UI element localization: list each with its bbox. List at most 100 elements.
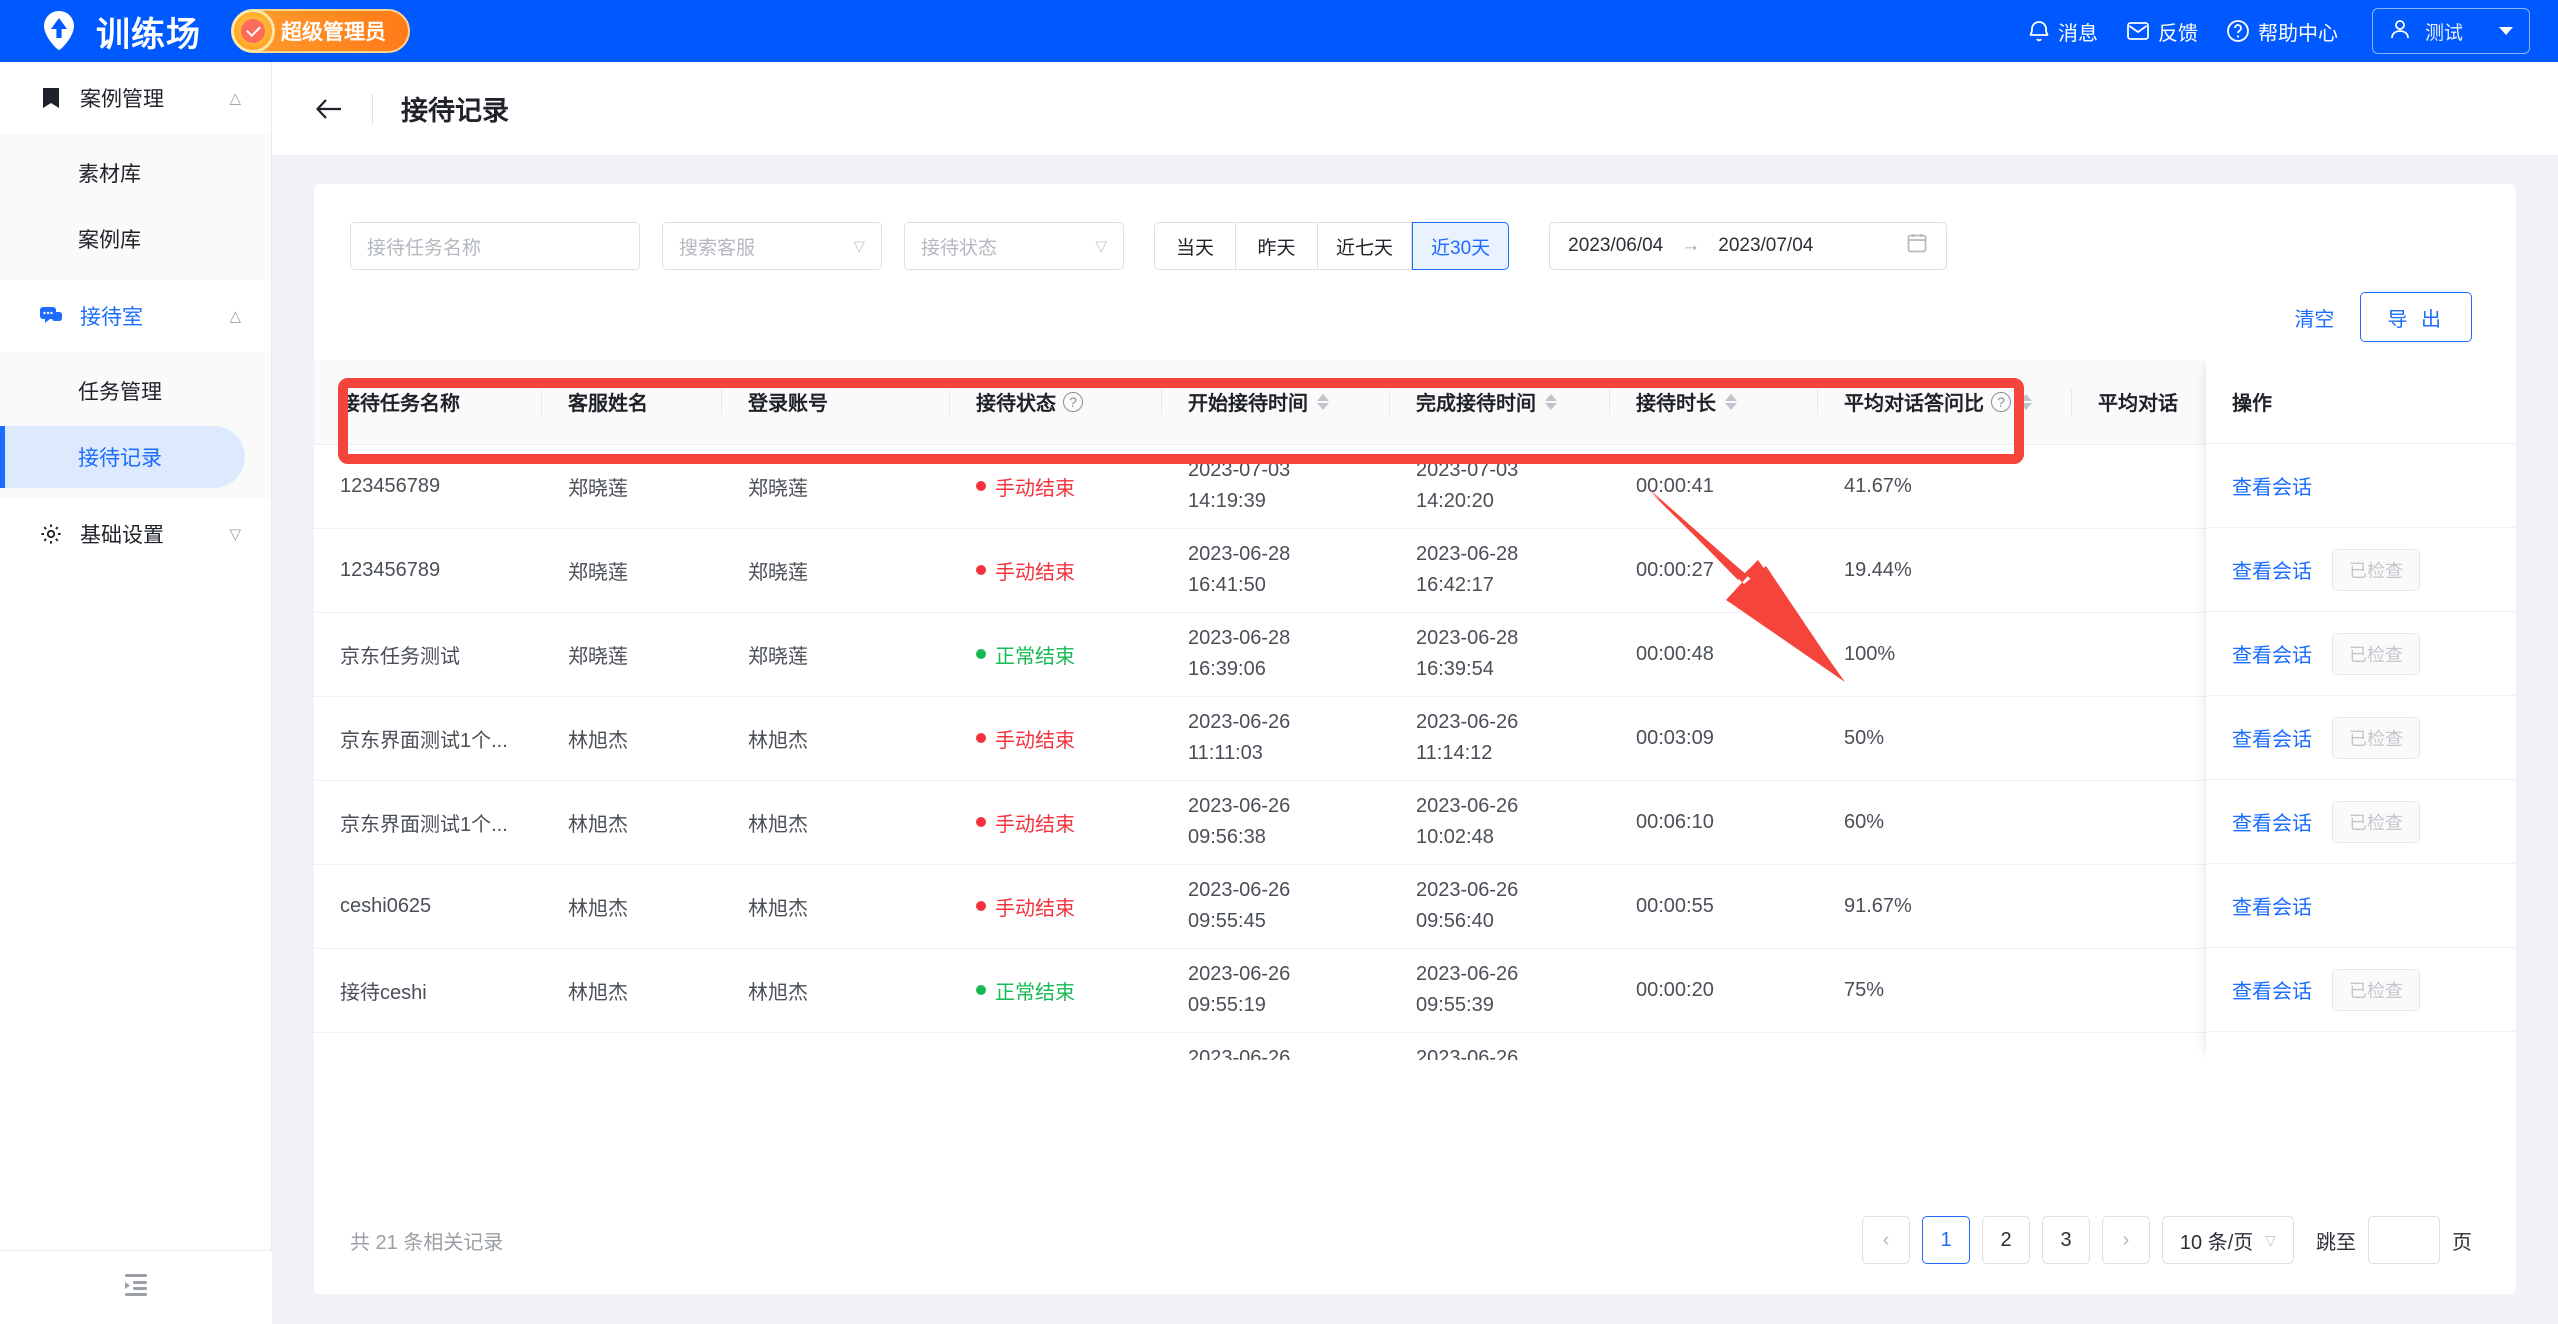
sidebar-item-task-management[interactable]: 任务管理 xyxy=(0,360,245,422)
page-button-2[interactable]: 2 xyxy=(1982,1216,2030,1264)
sidebar-group-basic-settings[interactable]: 基础设置 ▽ xyxy=(0,498,271,570)
th-label: 登录账号 xyxy=(748,393,828,416)
th-login-account: 登录账号 xyxy=(722,360,950,445)
table-row[interactable]: 123456789 郑晓莲 郑晓莲 手动结束 xyxy=(314,444,2516,529)
sidebar-group-case-management[interactable]: 案例管理 △ xyxy=(0,62,271,134)
sort-icon[interactable] xyxy=(1725,393,1737,410)
table-row[interactable]: 京东界面测试1个... 林旭杰 林旭杰 手动结束 xyxy=(314,696,2516,781)
page-title: 接待记录 xyxy=(401,96,509,126)
sidebar-collapse-button[interactable] xyxy=(0,1250,272,1324)
end-date: 2023-06-26 xyxy=(1416,1047,1519,1060)
sidebar-item-case-library[interactable]: 案例库 xyxy=(0,208,245,270)
view-session-link[interactable]: 查看会话 xyxy=(2232,639,2312,668)
help-icon[interactable]: ? xyxy=(1991,391,2011,412)
records-table-container: 接待任务名称 客服姓名 登录账号 接待状态 ? 开始接待时间 完成接待时间 接待… xyxy=(314,360,2516,1060)
checked-button: 已检查 xyxy=(2332,548,2420,591)
end-time: 11:14:12 xyxy=(1416,742,1493,764)
export-button[interactable]: 导 出 xyxy=(2360,292,2472,342)
sidebar-sub-reception-room: 任务管理 接待记录 xyxy=(0,352,271,498)
view-session-link[interactable]: 查看会话 xyxy=(2232,975,2312,1004)
page-header: 接待记录 xyxy=(272,62,2558,156)
user-menu[interactable]: 测试 xyxy=(2371,8,2530,54)
end-date: 2023-06-26 xyxy=(1416,795,1519,817)
reception-status-placeholder: 接待状态 xyxy=(921,237,998,259)
th-duration[interactable]: 接待时长 xyxy=(1610,360,1818,445)
view-session-link[interactable]: 查看会话 xyxy=(2232,471,2312,500)
quick-range-yesterday[interactable]: 昨天 xyxy=(1236,222,1318,270)
cell-start-time: 2023-06-26 09:56:38 xyxy=(1162,780,1390,865)
operation-column: 操作 查看会话 查看会话 已检查 查看会话 已检查 查看会话 已检查 查看会话 … xyxy=(2206,360,2516,1060)
cell-task-name: 京东界面测试1个... xyxy=(314,696,542,781)
cell-staff-name: 测试 xyxy=(542,1032,722,1060)
status-dot-icon xyxy=(976,565,986,575)
cell-reception-status: 手动结束 xyxy=(950,864,1162,949)
sidebar-group-label: 案例管理 xyxy=(80,88,164,111)
table-row[interactable]: 123456789 郑晓莲 郑晓莲 手动结束 xyxy=(314,528,2516,613)
sidebar-item-material-library[interactable]: 素材库 xyxy=(0,142,245,204)
next-page-button[interactable]: › xyxy=(2102,1216,2150,1264)
cell-start-time: 2023-06-26 09:55:45 xyxy=(1162,864,1390,949)
view-session-link[interactable]: 查看会话 xyxy=(2232,723,2312,752)
sidebar-item-reception-records[interactable]: 接待记录 xyxy=(0,426,245,488)
feedback-link[interactable]: 反馈 xyxy=(2126,17,2198,46)
end-date: 2023-06-28 xyxy=(1416,627,1519,649)
th-label: 平均对话答问比 xyxy=(1844,393,1984,416)
quick-range-last-7-days[interactable]: 近七天 xyxy=(1318,222,1413,270)
search-task-name-input[interactable]: 接待任务名称 xyxy=(350,222,640,270)
quick-range-last-30-days[interactable]: 近30天 xyxy=(1412,222,1510,270)
th-end-time[interactable]: 完成接待时间 xyxy=(1390,360,1610,445)
page-button-1[interactable]: 1 xyxy=(1922,1216,1970,1264)
start-time: 11:11:03 xyxy=(1188,742,1263,764)
header-divider xyxy=(372,93,373,124)
status-label: 手动结束 xyxy=(995,729,1075,752)
view-session-link[interactable]: 查看会话 xyxy=(2232,807,2312,836)
table-row[interactable]: ceshi0625 林旭杰 林旭杰 手动结束 2023-06-26 09:55:… xyxy=(314,864,2516,949)
table-row[interactable]: 京东任务测试 郑晓莲 郑晓莲 正常结束 2023-06-28 16:39:06 … xyxy=(314,612,2516,697)
view-session-link[interactable]: 查看会话 xyxy=(2232,1059,2312,1060)
search-staff-select[interactable]: 搜索客服 ▽ xyxy=(662,222,882,270)
sort-icon[interactable] xyxy=(1317,393,1329,410)
th-staff-name: 客服姓名 xyxy=(542,360,722,445)
end-date: 2023-06-26 xyxy=(1416,711,1519,733)
messages-link[interactable]: 消息 xyxy=(2028,17,2098,46)
th-avg-answer-ratio[interactable]: 平均对话答问比 ? xyxy=(1818,360,2072,445)
chevron-down-icon: ▽ xyxy=(1095,238,1107,255)
end-time: 09:56:40 xyxy=(1416,910,1494,932)
sort-icon[interactable] xyxy=(2020,393,2032,410)
page-size-select[interactable]: 10 条/页 ▽ xyxy=(2162,1216,2294,1264)
cell-task-name: 123456789 xyxy=(314,444,542,529)
brand-logo[interactable]: 训练场 xyxy=(36,7,201,56)
sort-icon[interactable] xyxy=(1545,393,1557,410)
table-row[interactable]: 京东界面测试1个... 测试 测试 正常结束 xyxy=(314,1032,2516,1060)
cell-duration: 00:02:31 xyxy=(1610,1032,1818,1060)
table-header-row: 接待任务名称 客服姓名 登录账号 接待状态 ? 开始接待时间 完成接待时间 接待… xyxy=(314,360,2516,445)
admin-role-label: 超级管理员 xyxy=(281,21,386,44)
status-badge: 手动结束 xyxy=(976,724,1075,753)
reception-status-select[interactable]: 接待状态 ▽ xyxy=(904,222,1124,270)
view-session-link[interactable]: 查看会话 xyxy=(2232,891,2312,920)
jump-page-input[interactable] xyxy=(2368,1216,2440,1264)
quick-range-today[interactable]: 当天 xyxy=(1154,222,1236,270)
sidebar-group-label: 基础设置 xyxy=(80,524,164,547)
page-button-3[interactable]: 3 xyxy=(2042,1216,2090,1264)
clear-filters-button[interactable]: 清空 xyxy=(2294,303,2334,332)
card-actions: 清空 导 出 xyxy=(314,270,2516,342)
quick-range-label: 昨天 xyxy=(1257,237,1296,259)
status-dot-icon xyxy=(976,985,986,995)
table-row[interactable]: 京东界面测试1个... 林旭杰 林旭杰 手动结束 xyxy=(314,780,2516,865)
prev-page-button[interactable]: ‹ xyxy=(1862,1216,1910,1264)
date-range-start: 2023/06/04 xyxy=(1568,235,1664,256)
total-records-text: 共 21 条相关记录 xyxy=(350,1231,504,1254)
help-icon[interactable]: ? xyxy=(1063,391,1083,412)
th-start-time[interactable]: 开始接待时间 xyxy=(1162,360,1390,445)
sidebar-group-reception-room[interactable]: 接待室 △ xyxy=(0,280,271,352)
date-range-picker[interactable]: 2023/06/04 → 2023/07/04 xyxy=(1549,222,1948,270)
cell-reception-status: 手动结束 xyxy=(950,696,1162,781)
view-session-link[interactable]: 查看会话 xyxy=(2232,555,2312,584)
checked-button: 已检查 xyxy=(2332,632,2420,675)
cell-login-account: 郑晓莲 xyxy=(722,444,950,529)
table-row[interactable]: 接待ceshi 林旭杰 林旭杰 正常结束 2023-06-26 09:55:19… xyxy=(314,948,2516,1033)
chevron-right-icon: › xyxy=(2122,1228,2130,1251)
arrow-left-icon[interactable] xyxy=(314,96,344,122)
help-center-link[interactable]: 帮助中心 xyxy=(2226,17,2338,46)
